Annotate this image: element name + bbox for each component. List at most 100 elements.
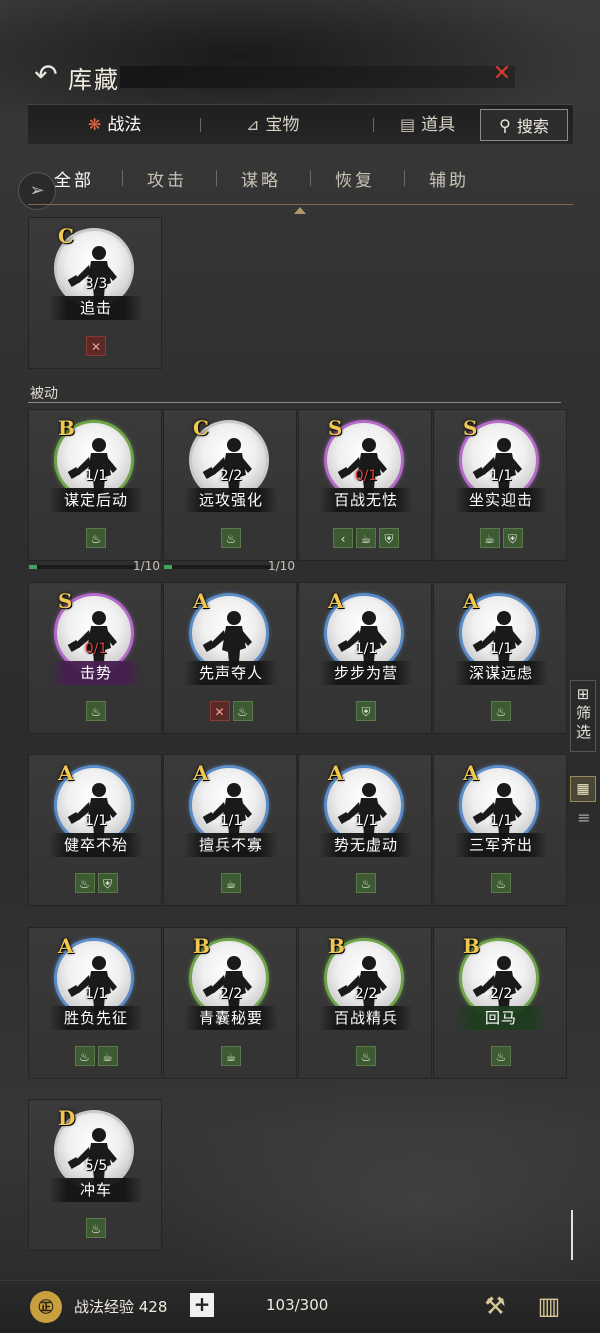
grade-badge: A bbox=[463, 761, 479, 785]
skill-tags: ♨ bbox=[434, 701, 568, 721]
skill-tags: ☕ bbox=[164, 873, 298, 893]
skill-card[interactable]: S 1/1 坐实迎击 ☕ ⛨ bbox=[433, 409, 567, 561]
skill-tags: ♨ bbox=[434, 1046, 568, 1066]
scroll-icon: ❋ bbox=[88, 115, 102, 134]
skill-count: 2/2 bbox=[354, 986, 378, 1002]
skill-tag-icon: ⛨ bbox=[502, 528, 523, 548]
skill-tag-icon: ☕ bbox=[221, 1046, 241, 1066]
tab-separator bbox=[216, 170, 217, 186]
skill-count: 1/1 bbox=[489, 813, 513, 829]
tab-divider bbox=[28, 204, 573, 205]
grade-badge: A bbox=[58, 934, 74, 958]
xp-fill bbox=[164, 565, 173, 569]
filter-button[interactable]: ⊞ 筛选 bbox=[570, 680, 596, 752]
tab-treasures[interactable]: ⊿ 宝物 bbox=[246, 105, 299, 145]
tab-strategy[interactable]: 谋略 bbox=[241, 166, 281, 191]
tab-items[interactable]: ▤ 道具 bbox=[400, 105, 455, 145]
grade-badge: A bbox=[193, 589, 209, 613]
tab-all[interactable]: 全部 bbox=[54, 166, 94, 191]
bamboo-scroll-icon[interactable]: ▥ bbox=[532, 1289, 566, 1323]
skill-tags: ♨ ☕ bbox=[29, 1046, 163, 1066]
skill-tags: ☕ ⛨ bbox=[434, 528, 568, 548]
skill-tag-icon: ♨ bbox=[86, 1218, 106, 1238]
skill-tag-icon: ♨ bbox=[356, 873, 376, 893]
skill-name: 胜负先征 bbox=[49, 1006, 143, 1030]
skill-tag-icon: ♨ bbox=[491, 701, 511, 721]
grid-view-icon[interactable]: ▦ bbox=[570, 776, 596, 802]
tab-label: 战法 bbox=[107, 115, 142, 135]
skill-name: 先声夺人 bbox=[184, 661, 278, 685]
grade-badge: S bbox=[58, 589, 73, 613]
tab-label: 道具 bbox=[421, 115, 456, 135]
xp-progress-bar: 1/10 bbox=[29, 559, 163, 574]
skill-card[interactable]: S 0/1 击势 ♨ bbox=[28, 582, 162, 734]
skill-exp-icon: ㊣ bbox=[30, 1291, 62, 1323]
grade-badge: A bbox=[463, 589, 479, 613]
skill-card[interactable]: A 1/1 胜负先征 ♨ ☕ bbox=[28, 927, 162, 1079]
skill-card[interactable]: S 0/1 百战无怯 ‹ ☕ ⛨ bbox=[298, 409, 432, 561]
skill-card[interactable]: A 先声夺人 ✕ ♨ bbox=[163, 582, 297, 734]
skill-card[interactable]: A 1/1 擅兵不寡 ☕ bbox=[163, 754, 297, 906]
skill-tag-icon: ‹ bbox=[333, 528, 353, 548]
tab-separator bbox=[310, 170, 311, 186]
skill-count: 1/1 bbox=[489, 468, 513, 484]
filter-grid-icon: ⊞ bbox=[576, 685, 590, 703]
skill-count: 1/1 bbox=[219, 813, 243, 829]
skill-tags: ‹ ☕ ⛨ bbox=[299, 528, 433, 548]
grade-badge: C bbox=[58, 224, 74, 248]
tab-attack[interactable]: 攻击 bbox=[147, 166, 187, 191]
skill-name: 青囊秘要 bbox=[184, 1006, 278, 1030]
skill-card[interactable]: B 2/2 青囊秘要 ☕ bbox=[163, 927, 297, 1079]
skill-name: 谋定后动 bbox=[49, 488, 143, 512]
skill-card[interactable]: A 1/1 深谋远虑 ♨ bbox=[433, 582, 567, 734]
skill-name: 百战精兵 bbox=[319, 1006, 413, 1030]
skill-name: 步步为营 bbox=[319, 661, 413, 685]
convert-icon[interactable]: ⚒ bbox=[478, 1289, 512, 1323]
tab-separator bbox=[373, 118, 374, 132]
skill-count: 2/2 bbox=[219, 468, 243, 484]
search-button[interactable]: ⚲ 搜索 bbox=[480, 109, 568, 141]
collapse-arrow-icon[interactable] bbox=[294, 207, 306, 214]
add-exp-button[interactable]: + bbox=[190, 1293, 214, 1317]
tab-recovery[interactable]: 恢复 bbox=[335, 166, 375, 191]
skill-card[interactable]: A 1/1 三军齐出 ♨ bbox=[433, 754, 567, 906]
skill-card[interactable]: C 3/3 追击 ✕ bbox=[28, 217, 162, 369]
skill-card[interactable]: B 1/1 谋定后动 ♨ 1/10 bbox=[28, 409, 162, 573]
skill-count: 0/1 bbox=[84, 641, 108, 657]
skill-tag-icon: ♨ bbox=[491, 1046, 511, 1066]
tab-skills[interactable]: ❋ 战法 bbox=[88, 105, 141, 145]
skill-name: 势无虚动 bbox=[319, 833, 413, 857]
xp-track bbox=[29, 565, 135, 569]
skill-name: 擅兵不寡 bbox=[184, 833, 278, 857]
tab-support[interactable]: 辅助 bbox=[429, 166, 469, 191]
skill-tag-icon: ♨ bbox=[86, 701, 106, 721]
skill-tags: ♨ bbox=[29, 1218, 163, 1238]
skill-card[interactable]: C 2/2 远攻强化 ♨ 1/10 bbox=[163, 409, 297, 573]
skill-tags: ☕ bbox=[164, 1046, 298, 1066]
skill-card[interactable]: D 5/5 冲车 ♨ bbox=[28, 1099, 162, 1251]
skill-count: 103/300 bbox=[266, 1296, 329, 1314]
skill-tag-icon: ⛨ bbox=[356, 701, 376, 721]
skill-tag-icon: ✕ bbox=[209, 701, 230, 721]
scrollbar[interactable] bbox=[571, 1210, 573, 1260]
skill-card[interactable]: B 2/2 回马 ♨ bbox=[433, 927, 567, 1079]
skill-count: 1/1 bbox=[354, 813, 378, 829]
top-tab-bar: ❋ 战法 ⊿ 宝物 ▤ 道具 ⚲ 搜索 bbox=[28, 104, 573, 144]
back-arrow-icon[interactable]: ↶ bbox=[26, 58, 66, 92]
list-view-icon[interactable]: ≡ bbox=[574, 808, 594, 828]
skill-tags: ♨ bbox=[29, 701, 163, 721]
section-passive-label: 被动 bbox=[30, 386, 58, 402]
skill-count: 5/5 bbox=[84, 1158, 108, 1174]
skill-tag-icon: ♨ bbox=[221, 528, 241, 548]
skill-card[interactable]: A 1/1 步步为营 ⛨ bbox=[298, 582, 432, 734]
skill-card[interactable]: A 1/1 健卒不殆 ♨ ⛨ bbox=[28, 754, 162, 906]
xp-track bbox=[164, 565, 270, 569]
skill-tags: ♨ ⛨ bbox=[29, 873, 163, 893]
header: ↶ 库藏 ✕ bbox=[0, 50, 600, 100]
skill-count: 1/1 bbox=[84, 468, 108, 484]
skill-card[interactable]: B 2/2 百战精兵 ♨ bbox=[298, 927, 432, 1079]
close-icon[interactable]: ✕ bbox=[490, 62, 514, 86]
category-tab-bar: 全部 攻击 谋略 恢复 辅助 bbox=[28, 160, 573, 196]
skill-card[interactable]: A 1/1 势无虚动 ♨ bbox=[298, 754, 432, 906]
skill-count: 1/1 bbox=[84, 986, 108, 1002]
